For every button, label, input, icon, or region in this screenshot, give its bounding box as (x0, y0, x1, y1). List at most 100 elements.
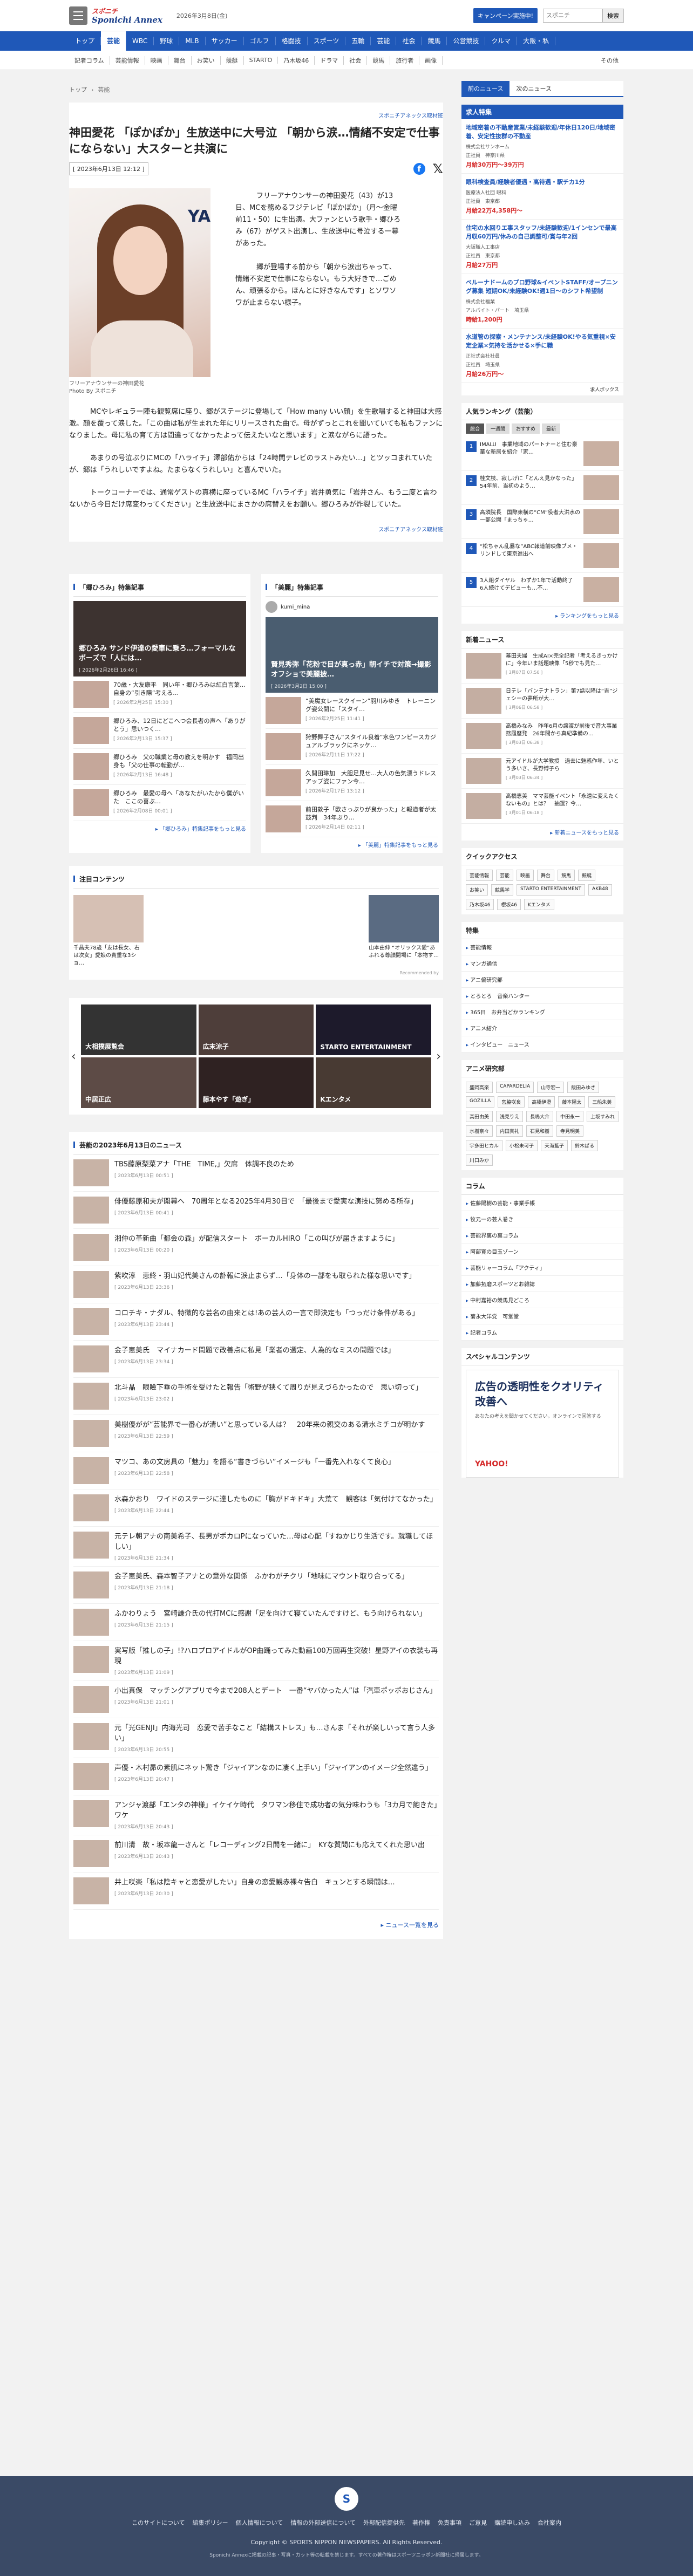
anime-tag[interactable]: 宮脇咲良 (498, 1096, 525, 1108)
nav-item[interactable]: クルマ (485, 37, 518, 45)
feature-link[interactable]: インタビュー ニュース (461, 1036, 623, 1053)
job-item[interactable]: 眼科検査員/経験者優遇・高待遇・駅チカ1分 医療法人社団 眼科 正社員 東京都 月給2… (461, 174, 623, 220)
subnav-item[interactable]: 競馬 (367, 56, 391, 65)
nav-item[interactable]: 社会 (396, 37, 422, 45)
news-item[interactable]: 小出真保 マッチングアプリで今まで208人とデート 一番“ヤバかった人”は「汽車… (73, 1681, 439, 1718)
subnav-item[interactable]: STARTO (244, 57, 278, 64)
news-item[interactable]: マツコ、あの文房具の「魅力」を語る“書きづらい”イメージも「一番先入れなくて良心… (73, 1452, 439, 1489)
ranking-more-link[interactable]: ▸ ランキングをもっと見る (461, 607, 623, 624)
feature-link[interactable]: アニ偏研究部 (461, 972, 623, 988)
nav-item[interactable]: WBC (126, 37, 154, 45)
list-item[interactable]: 久間田琳加 大胆足見せ…大人の色気漂うドレスアップ姿にファン今… [ 2026年2… (266, 765, 438, 801)
nav-item[interactable]: 競馬 (422, 37, 447, 45)
nav-item[interactable]: スポーツ (308, 37, 346, 45)
anime-tag[interactable]: 宇多田ヒカル (466, 1140, 503, 1151)
anime-tag[interactable]: 石見和樹 (526, 1125, 554, 1137)
nav-item[interactable]: トップ (69, 37, 101, 45)
news-item[interactable]: 湘仲の革新曲「都会の森」が配信スタート ボーカルHIRO「この叫びが届きますよう… (73, 1229, 439, 1266)
column-link[interactable]: 阿部寛の目玉ゾーン (461, 1243, 623, 1260)
feature-link[interactable]: 芸能情報 (461, 939, 623, 955)
next-news-link[interactable]: 次のニュース (509, 81, 558, 96)
chevron-right-icon[interactable]: › (436, 1050, 441, 1063)
news-item[interactable]: 元「光GENJI」内海光司 恋愛で苦手なこと「結構ストレス」も…さんま「それが楽… (73, 1718, 439, 1758)
news-item[interactable]: 美樹優がが“芸能界で一番心が清い”と思っている人は？ 20年来の親交のある清水ミ… (73, 1415, 439, 1452)
footer-link[interactable]: 著作権 (412, 2518, 430, 2527)
search-button[interactable]: 検索 (602, 8, 624, 23)
carousel-item[interactable]: 大相撲展覧会 (81, 1005, 196, 1055)
quick-link[interactable]: お笑い (466, 884, 488, 896)
job-item[interactable]: ベルーナドームのプロ野球&イベントSTAFF/オープニング募集 短期OK/未経験… (461, 274, 623, 329)
quick-link[interactable]: 舞台 (537, 870, 555, 881)
footer-link[interactable]: 個人情報について (236, 2518, 283, 2527)
ranking-tab[interactable]: おすすめ (512, 423, 540, 434)
footer-link[interactable]: 編集ポリシー (193, 2518, 228, 2527)
feature-link[interactable]: アニメ紹介 (461, 1020, 623, 1036)
news-item[interactable]: 実写版「推しの子」!?ハロプロアイドルがOP曲踊ってみた動画100万回再生突破！… (73, 1641, 439, 1681)
news-item[interactable]: 金子恵美氏、森本智子アナとの意外な関係 ふかわがチクリ「地味にマウント取り合って… (73, 1567, 439, 1604)
column-link[interactable]: 中村嘉裕の競馬見どころ (461, 1292, 623, 1308)
footer-link[interactable]: 情報の外部送信について (290, 2518, 356, 2527)
anime-tag[interactable]: CAPARDELIA (496, 1082, 534, 1093)
nav-item[interactable]: 公営競技 (447, 37, 486, 45)
ranking-item[interactable]: 4 “松ちゃん乱暴な”ABC報道前映像ブメ・リンドして東京進出へ (461, 539, 623, 573)
subnav-item[interactable]: ドラマ (315, 56, 344, 65)
job-item[interactable]: 水道管の探索・メンテナンス/未経験OK!やる気重視×安定企業×気持を活かせる×手… (461, 329, 623, 383)
site-logo[interactable]: スポニチ Sponichi Annex (92, 7, 162, 24)
ranking-item[interactable]: 5 3人組ダイヤル わずか1年で活動終了 6人続けてデビューも…不… (461, 573, 623, 607)
list-item[interactable]: 郷ひろみ 最愛の母へ「あなたがいたから僕がいた ここの喜ぶ… [ 2026年2月0… (73, 785, 246, 821)
carousel-item[interactable]: STARTO ENTERTAINMENT (316, 1005, 431, 1055)
x-share-icon[interactable]: 𝕏 (433, 162, 443, 175)
footer-link[interactable]: 外部配信提供先 (363, 2518, 405, 2527)
anime-tag[interactable]: 水樹奈々 (466, 1125, 493, 1137)
nav-item[interactable]: 芸能 (371, 37, 397, 45)
list-item[interactable]: 郷ひろみ、12日にどこへつ会長者の声へ「ありがとう」思いつく… [ 2026年2月… (73, 713, 246, 749)
ranking-item[interactable]: 3 高須院長 国際東横の“CM”役者大洪水の一部公開「まっちゃ… (461, 505, 623, 539)
profile-name[interactable]: kumi_mina (281, 604, 310, 610)
subnav-item[interactable]: 旅行者 (390, 56, 420, 65)
anime-tag[interactable]: 藤本陽太 (558, 1096, 586, 1108)
news-item[interactable]: コロチキ・ナダル、特徴的な芸名の由来とは!あの芸人の一言で即決定も「つっだけ条件… (73, 1303, 439, 1341)
anime-tag[interactable]: 鈴木ぱる (571, 1140, 599, 1151)
subnav-item[interactable]: 映画 (145, 56, 168, 65)
special-hero[interactable]: 賢見秀弥「花粉で目が真っ赤」朝イチで対策→撮影オフショで美麗披… [ 2026年3… (266, 617, 438, 693)
anime-tag[interactable]: 川口みか (466, 1154, 493, 1166)
anime-tag[interactable]: GOZILLA (466, 1096, 495, 1108)
carousel-item[interactable]: 藤本やす「遊ぎ」 (198, 1057, 314, 1108)
feature-link[interactable]: とろとろ 音楽ハンター (461, 988, 623, 1004)
new-news-item[interactable]: 元アイドルが大学教授 過去に魅惑作年、いとう多いさ、長野博子ら [ 3月03日 0… (461, 754, 623, 789)
special-hero[interactable]: 郷ひろみ サンド伊達の愛車に乗ろ…フォーマルなポーズで「人には… [ 2026年2… (73, 601, 246, 677)
ranking-tab[interactable]: 一週間 (486, 423, 510, 434)
prev-news-link[interactable]: 前のニュース (461, 81, 510, 96)
quick-link[interactable]: 映画 (517, 870, 534, 881)
footer-link[interactable]: ご意見 (469, 2518, 487, 2527)
new-news-item[interactable]: 高橋みなみ 昨年6月の譲渡が前後で音大事業務履歴発 26年間から真紀準備の… [ … (461, 719, 623, 754)
new-news-item[interactable]: 日テレ「バンテナトラン」第7話以降は“吉”ジェシーの夢所が大… [ 3月06日 0… (461, 684, 623, 719)
anime-tag[interactable]: 高橋伊澄 (528, 1096, 555, 1108)
column-link[interactable]: 佐藤陽樹の芸能・事業手帳 (461, 1195, 623, 1211)
list-item[interactable]: 郷ひろみ 父の職業と母の教えを明かす 福岡出身も「父の仕事の転勤が… [ 2026… (73, 749, 246, 785)
campaign-button[interactable]: キャンペーン実施中! (473, 8, 538, 23)
article-source[interactable]: スポニチアネックス取材班 (69, 525, 443, 533)
breadcrumb-item[interactable]: トップ (69, 86, 87, 93)
anime-tag[interactable]: 盛岡高楽 (466, 1082, 493, 1093)
footer-link[interactable]: 会社案内 (538, 2518, 561, 2527)
subnav-more[interactable]: その他 (595, 56, 624, 65)
news-more-link[interactable]: ▸ ニュース一覧を見る (73, 1910, 439, 1935)
subnav-item[interactable]: 記者コラム (69, 56, 110, 65)
anime-tag[interactable]: 寺見明美 (556, 1125, 584, 1137)
job-item[interactable]: 地域密着の不動産営業/未経験歓迎/年休日120日/地域密着、安定性抜群の不動産株… (461, 119, 623, 174)
anime-tag[interactable]: 飯田みゆき (567, 1082, 600, 1093)
subnav-item[interactable]: 乃木坂46 (278, 56, 315, 65)
search-input[interactable] (543, 8, 602, 23)
footer-logo-icon[interactable]: S (335, 2487, 358, 2511)
anime-tag[interactable]: 中田永一 (556, 1111, 584, 1122)
quick-link[interactable]: 芸能 (496, 870, 514, 881)
news-item[interactable]: 声優・木村昴の素肌にネット驚き「ジャイアンなのに凄く上手い」「ジャイアンのイメー… (73, 1758, 439, 1795)
subnav-item[interactable]: 社会 (344, 56, 368, 65)
feature-link[interactable]: 365日 お弁当どかランキング (461, 1004, 623, 1020)
attention-item[interactable]: 千昌夫78歳「友は長女、右は次女」愛娘の貴重な3ショ… (73, 895, 144, 967)
list-item[interactable]: “美魔女レースクイーン”羽川みゆき トレーニング姿公開に「スタイ… [ 2026年… (266, 693, 438, 729)
nav-item[interactable]: サッカー (206, 37, 244, 45)
article-source[interactable]: スポニチアネックス取材班 (69, 111, 443, 119)
column-link[interactable]: 菊永大洋党 可堂堂 (461, 1308, 623, 1324)
